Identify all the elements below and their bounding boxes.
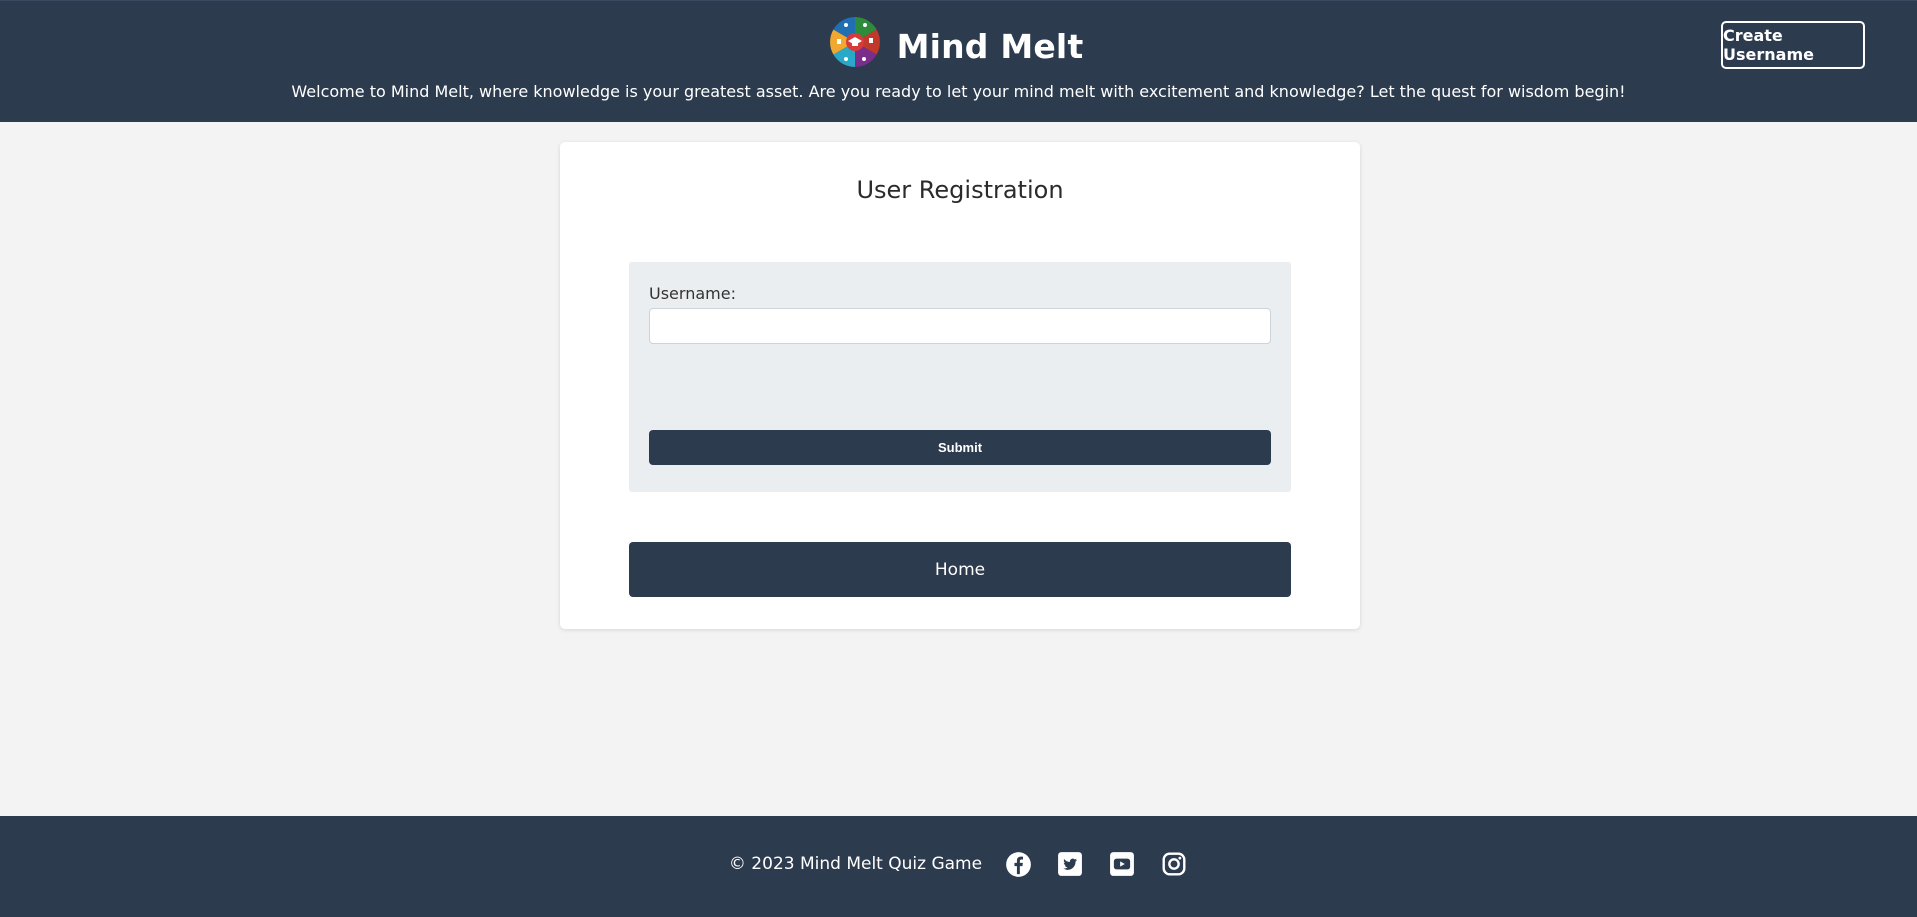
copyright-text: © 2023 Mind Melt Quiz Game xyxy=(728,854,983,874)
home-button[interactable]: Home xyxy=(629,542,1291,597)
youtube-icon[interactable] xyxy=(1108,850,1136,878)
twitter-icon[interactable] xyxy=(1056,850,1084,878)
username-input[interactable] xyxy=(649,308,1271,344)
site-title: Mind Melt xyxy=(896,26,1084,66)
site-footer: © 2023 Mind Melt Quiz Game xyxy=(0,816,1917,917)
brand-link[interactable]: Mind Melt xyxy=(829,16,1084,68)
site-header: Mind Melt Welcome to Mind Melt, where kn… xyxy=(0,0,1917,122)
create-username-button[interactable]: Create Username xyxy=(1721,21,1865,69)
registration-card: User Registration Username: Submit Home xyxy=(560,142,1360,629)
quiz-categories-logo-icon xyxy=(829,17,880,67)
page-title: User Registration xyxy=(856,176,1064,204)
instagram-icon[interactable] xyxy=(1160,850,1188,878)
username-label: Username: xyxy=(649,284,736,303)
welcome-tagline: Welcome to Mind Melt, where knowledge is… xyxy=(291,82,1626,101)
brand: Mind Melt xyxy=(0,16,1917,68)
registration-form: Username: Submit xyxy=(629,262,1291,492)
footer-content: © 2023 Mind Melt Quiz Game xyxy=(729,850,1188,878)
footer-row: © 2023 Mind Melt Quiz Game xyxy=(0,850,1917,878)
submit-button[interactable]: Submit xyxy=(649,430,1271,465)
facebook-icon[interactable] xyxy=(1004,850,1032,878)
